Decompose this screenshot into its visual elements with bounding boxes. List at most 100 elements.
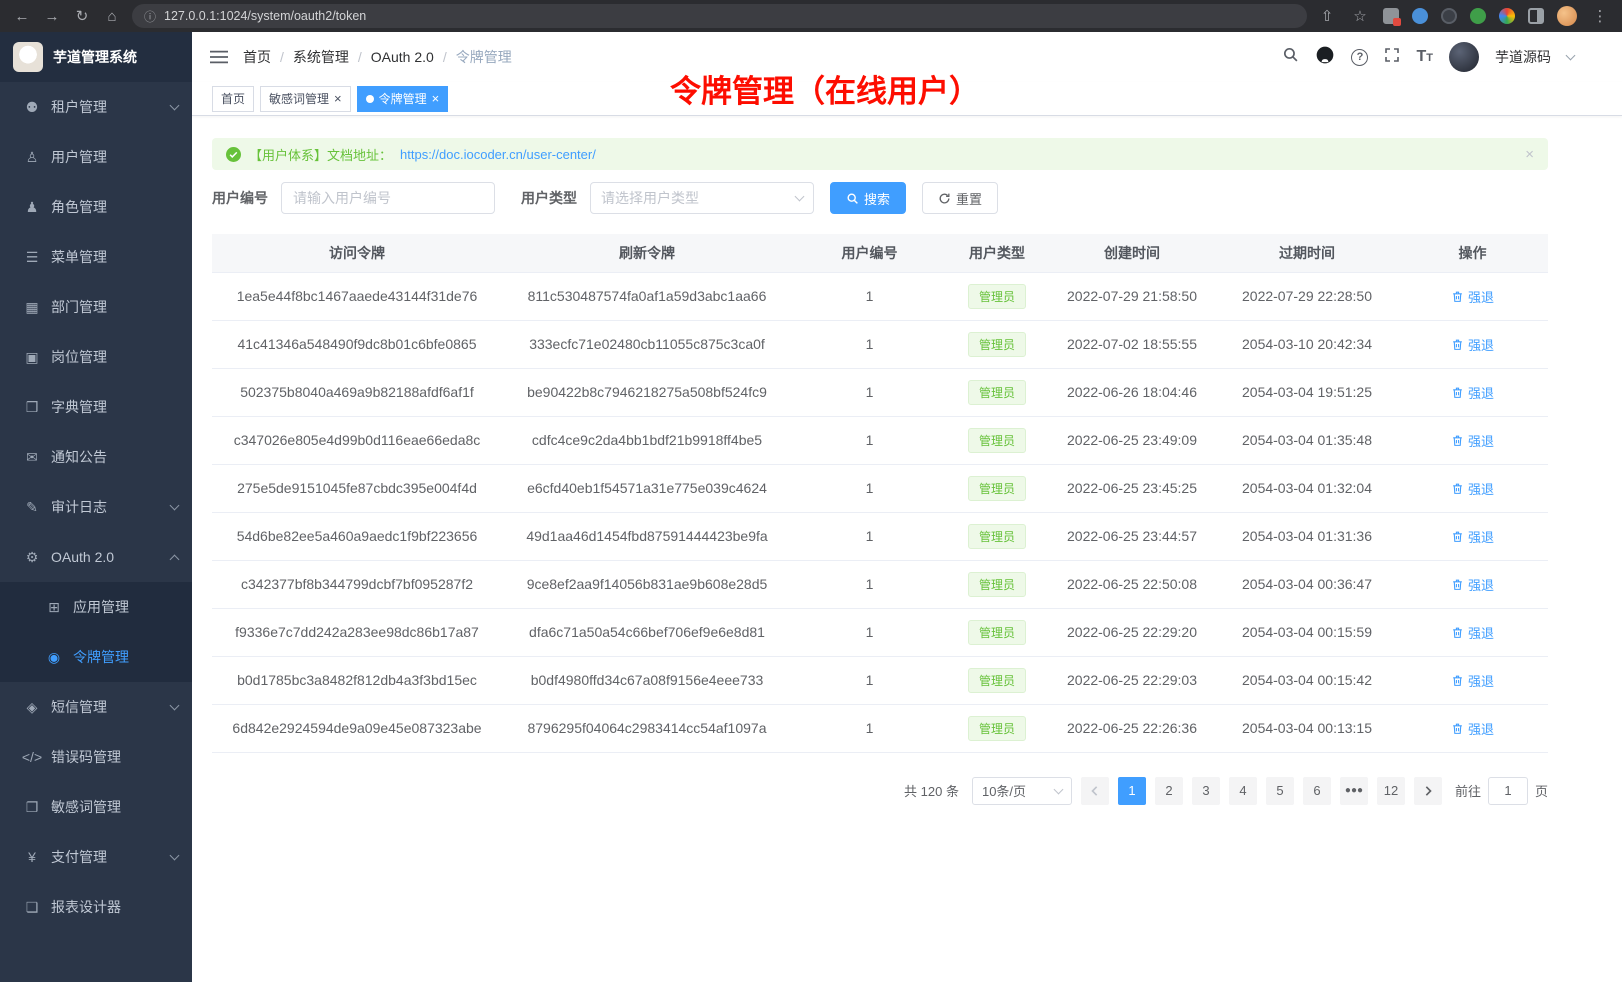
page-button[interactable]: 2 [1155, 777, 1183, 805]
browser-home-icon[interactable]: ⌂ [102, 8, 122, 25]
extension-dark-icon[interactable] [1441, 8, 1457, 24]
sidebar-panel-icon[interactable] [1528, 8, 1544, 24]
force-logout-button[interactable]: 强退 [1451, 287, 1494, 306]
browser-forward-icon[interactable]: → [42, 8, 62, 25]
goto-page-input[interactable] [1488, 777, 1528, 805]
prev-page-button[interactable] [1081, 777, 1109, 805]
force-logout-button[interactable]: 强退 [1451, 719, 1494, 738]
sidebar-item-icon: ✉ [20, 449, 44, 466]
page-button[interactable]: 12 [1377, 777, 1405, 805]
extension-badge-icon[interactable] [1383, 8, 1399, 24]
browser-profile-avatar[interactable] [1557, 6, 1577, 26]
sidebar-item[interactable]: ❒ 字典管理 [0, 382, 192, 432]
help-icon[interactable]: ? [1351, 49, 1368, 66]
fullscreen-icon[interactable] [1384, 47, 1400, 68]
page-button[interactable]: 6 [1303, 777, 1331, 805]
extension-green-icon[interactable] [1470, 8, 1486, 24]
sidebar-item[interactable]: ❏ 报表设计器 [0, 882, 192, 932]
refresh-token-cell: be90422b8c7946218275a508bf524fc9 [502, 368, 792, 416]
search-button[interactable]: 搜索 [830, 182, 906, 214]
reset-button[interactable]: 重置 [922, 182, 998, 214]
github-icon[interactable] [1315, 45, 1335, 70]
force-logout-button[interactable]: 强退 [1451, 431, 1494, 450]
site-info-icon[interactable]: ⓘ [144, 8, 156, 25]
access-token-cell: 1ea5e44f8bc1467aaede43144f31de76 [212, 272, 502, 320]
doc-link[interactable]: https://doc.iocoder.cn/user-center/ [400, 147, 596, 162]
user-type-cell: 管理员 [947, 464, 1047, 512]
force-logout-button[interactable]: 强退 [1451, 671, 1494, 690]
search-icon[interactable] [1282, 46, 1299, 68]
sidebar-item[interactable]: ⚉ 租户管理 [0, 82, 192, 132]
sidebar-item[interactable]: ▣ 岗位管理 [0, 332, 192, 382]
address-bar[interactable]: ⓘ 127.0.0.1:1024/system/oauth2/token [132, 4, 1307, 28]
view-tab[interactable]: 敏感词管理 × [260, 86, 351, 112]
sidebar-item[interactable]: ⚙ OAuth 2.0 [0, 532, 192, 582]
page-size-select[interactable]: 10条/页 [972, 777, 1072, 805]
browser-back-icon[interactable]: ← [12, 8, 32, 25]
breadcrumb-item[interactable]: 系统管理 [293, 47, 362, 67]
sidebar-item-icon: ❏ [20, 899, 44, 916]
force-logout-button[interactable]: 强退 [1451, 575, 1494, 594]
user-avatar[interactable] [1449, 42, 1479, 72]
extension-pinwheel-icon[interactable] [1499, 8, 1515, 24]
sidebar-item[interactable]: ◉ 令牌管理 [0, 632, 192, 682]
user-type-badge: 管理员 [968, 476, 1026, 501]
extension-blue-icon[interactable] [1412, 8, 1428, 24]
action-cell: 强退 [1397, 320, 1548, 368]
page-button[interactable]: 1 [1118, 777, 1146, 805]
user-id-input[interactable] [281, 182, 495, 214]
page-button[interactable]: 5 [1266, 777, 1294, 805]
view-tab[interactable]: 令牌管理 × [357, 86, 449, 112]
force-logout-button[interactable]: 强退 [1451, 383, 1494, 402]
force-logout-button[interactable]: 强退 [1451, 335, 1494, 354]
next-page-button[interactable] [1414, 777, 1442, 805]
alert-label: 【用户体系】文档地址： [249, 145, 392, 164]
sidebar-item[interactable]: ◈ 短信管理 [0, 682, 192, 732]
sidebar-item[interactable]: ✉ 通知公告 [0, 432, 192, 482]
breadcrumb-item[interactable]: 首页 [243, 47, 284, 67]
sidebar-item[interactable]: ⊞ 应用管理 [0, 582, 192, 632]
font-size-icon[interactable]: TT [1416, 48, 1433, 66]
user-type-select[interactable]: 请选择用户类型 [590, 182, 814, 214]
force-logout-button[interactable]: 强退 [1451, 623, 1494, 642]
created-time-cell: 2022-06-25 22:29:20 [1047, 608, 1217, 656]
tab-label: 令牌管理 [379, 90, 427, 107]
sidebar-item[interactable]: ▦ 部门管理 [0, 282, 192, 332]
refresh-token-cell: 333ecfc71e02480cb11055c875c3ca0f [502, 320, 792, 368]
tab-close-icon[interactable]: × [432, 92, 440, 105]
page-button[interactable]: 4 [1229, 777, 1257, 805]
sidebar-item[interactable]: ❐ 敏感词管理 [0, 782, 192, 832]
alert-close-icon[interactable]: × [1525, 146, 1534, 163]
sidebar-item[interactable]: </> 错误码管理 [0, 732, 192, 782]
breadcrumb-item[interactable]: 令牌管理 [456, 47, 512, 67]
chevron-left-icon [1090, 786, 1100, 796]
sidebar-item[interactable]: ♙ 用户管理 [0, 132, 192, 182]
sidebar-item[interactable]: ¥ 支付管理 [0, 832, 192, 882]
access-token-cell: 41c41346a548490f9dc8b01c6bfe0865 [212, 320, 502, 368]
page-button[interactable]: ●●● [1340, 777, 1368, 805]
app-logo[interactable]: 芋道管理系统 [0, 32, 192, 82]
sidebar-item-label: 敏感词管理 [51, 797, 121, 817]
sidebar-item[interactable]: ☰ 菜单管理 [0, 232, 192, 282]
breadcrumb-item[interactable]: OAuth 2.0 [371, 49, 447, 65]
bookmark-star-icon[interactable]: ☆ [1350, 7, 1370, 25]
annotation-overlay: 令牌管理（在线用户） [670, 66, 980, 111]
browser-reload-icon[interactable]: ↻ [72, 7, 92, 25]
user-menu-caret-icon[interactable] [1566, 51, 1576, 61]
sidebar-collapse-icon[interactable] [210, 49, 228, 65]
sidebar-item-label: 报表设计器 [51, 897, 121, 917]
sidebar-item[interactable]: ♟ 角色管理 [0, 182, 192, 232]
created-time-cell: 2022-06-25 22:29:03 [1047, 656, 1217, 704]
sidebar-item[interactable]: ✎ 审计日志 [0, 482, 192, 532]
force-logout-button[interactable]: 强退 [1451, 479, 1494, 498]
page-button[interactable]: 3 [1192, 777, 1220, 805]
sidebar-item-icon: ◉ [42, 649, 66, 666]
share-icon[interactable]: ⇧ [1317, 7, 1337, 25]
tab-close-icon[interactable]: × [334, 92, 342, 105]
created-time-cell: 2022-06-25 23:44:57 [1047, 512, 1217, 560]
browser-menu-icon[interactable]: ⋮ [1590, 7, 1610, 25]
refresh-token-cell: 9ce8ef2aa9f14056b831ae9b608e28d5 [502, 560, 792, 608]
view-tab[interactable]: 首页 × [212, 86, 254, 112]
sidebar-item-label: 岗位管理 [51, 347, 107, 367]
force-logout-button[interactable]: 强退 [1451, 527, 1494, 546]
